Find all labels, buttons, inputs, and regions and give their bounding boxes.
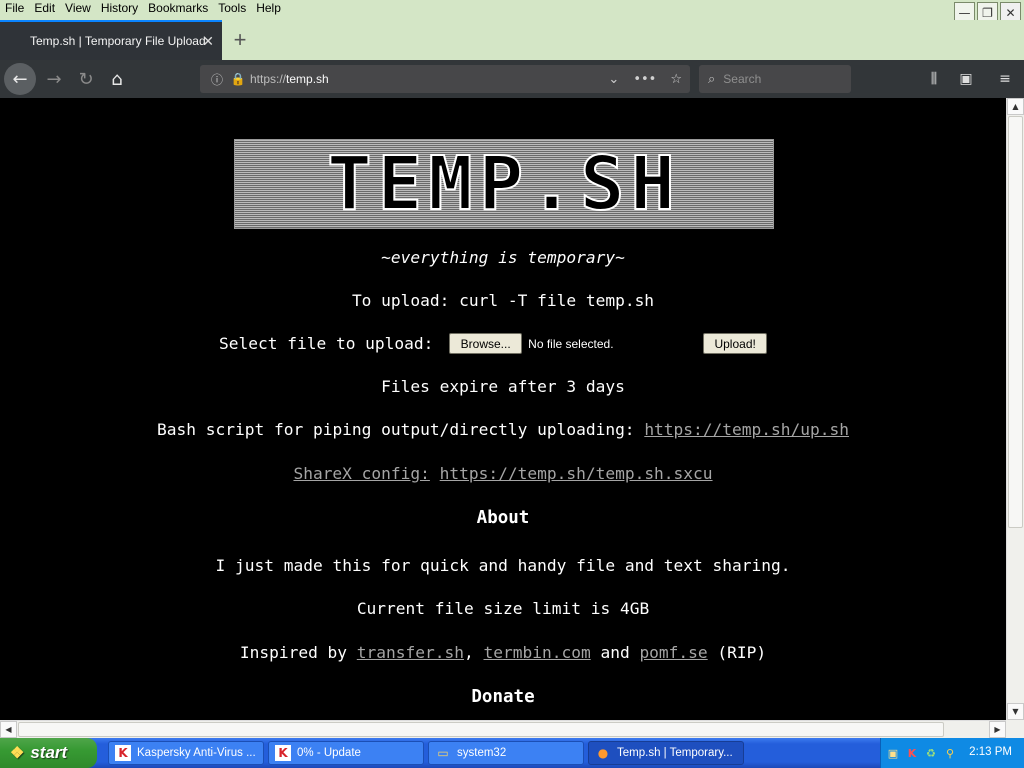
navigation-bar: ← → ↻ ⌂ ⓘ 🔒 https://temp.sh ⌄ ••• ☆ ⌕ ⫼ … <box>0 60 1024 98</box>
inspired-line: Inspired by transfer.sh, termbin.com and… <box>0 643 1006 662</box>
network-icon[interactable]: ▣ <box>886 746 900 760</box>
size-limit-text: Current file size limit is 4GB <box>356 599 650 618</box>
about-text: I just made this for quick and handy fil… <box>215 556 791 575</box>
horizontal-scrollbar[interactable]: ◀ ▶ <box>0 720 1006 738</box>
url-dropdown-icon[interactable]: ⌄ <box>608 72 619 87</box>
lock-icon[interactable]: 🔒 <box>228 72 248 86</box>
url-bar[interactable]: ⓘ 🔒 https://temp.sh ⌄ ••• ☆ <box>200 65 690 93</box>
taskbar-item-update[interactable]: K 0% - Update <box>268 741 424 765</box>
scrollbar-corner <box>1006 720 1024 738</box>
system-tray: ▣ K ♻ ⚲ 2:13 PM <box>880 738 1024 768</box>
about-heading: About <box>476 508 530 528</box>
upload-button[interactable]: Upload! <box>703 333 768 354</box>
scroll-down-icon[interactable]: ▼ <box>1007 703 1024 720</box>
task-label: Kaspersky Anti-Virus ... <box>137 747 256 759</box>
firefox-icon: ● <box>597 746 609 760</box>
kaspersky-icon: K <box>115 745 131 761</box>
url-protocol: https:// <box>250 72 287 86</box>
url-actions: ⌄ ••• ☆ <box>608 65 682 93</box>
windows-logo-icon: ❖ <box>10 745 25 762</box>
url-host: temp.sh <box>286 72 329 86</box>
search-tray-icon[interactable]: ⚲ <box>943 746 957 760</box>
task-label: Temp.sh | Temporary... <box>617 747 733 759</box>
menu-help[interactable]: Help <box>251 0 286 20</box>
sharex-line: ShareX config: https://temp.sh/temp.sh.s… <box>0 464 1006 483</box>
new-tab-button[interactable]: + <box>222 20 258 60</box>
kaspersky-update-icon: K <box>275 745 291 761</box>
tab-title: Temp.sh | Temporary File Upload <box>30 34 206 48</box>
donate-heading: Donate <box>471 687 535 707</box>
menu-edit[interactable]: Edit <box>29 0 60 20</box>
taskbar-item-kaspersky[interactable]: K Kaspersky Anti-Virus ... <box>108 741 264 765</box>
hamburger-menu-icon[interactable]: ≡ <box>991 65 1019 93</box>
inspired-prefix: Inspired by <box>239 643 357 662</box>
home-button[interactable]: ⌂ <box>103 65 131 93</box>
kaspersky-tray-icon[interactable]: K <box>905 746 919 760</box>
bash-script-label: Bash script for piping output/directly u… <box>157 420 645 439</box>
close-tab-icon[interactable]: ✕ <box>202 33 214 50</box>
taskbar-item-firefox[interactable]: ● Temp.sh | Temporary... <box>588 741 744 765</box>
upload-form: Select file to upload: Browse... No file… <box>219 333 768 354</box>
taskbar: ❖ start K Kaspersky Anti-Virus ... K 0% … <box>0 738 1024 768</box>
page-viewport: TEMP.SH ~everything is temporary~ To upl… <box>0 98 1006 720</box>
taskbar-item-system32[interactable]: ▭ system32 <box>428 741 584 765</box>
folder-icon: ▭ <box>437 746 449 760</box>
menu-bookmarks[interactable]: Bookmarks <box>143 0 213 20</box>
page-actions-icon[interactable]: ••• <box>633 72 656 87</box>
logo-text: TEMP.SH <box>326 141 681 227</box>
pomf-link[interactable]: pomf.se <box>639 643 707 662</box>
tab-strip: Temp.sh | Temporary File Upload ✕ + <box>0 20 1024 60</box>
url-text[interactable]: https://temp.sh <box>250 72 329 86</box>
task-label: system32 <box>457 747 507 759</box>
back-button[interactable]: ← <box>4 63 36 95</box>
start-button[interactable]: ❖ start <box>0 738 97 768</box>
menu-view[interactable]: View <box>60 0 96 20</box>
transfer-sh-link[interactable]: transfer.sh <box>357 643 464 662</box>
termbin-link[interactable]: termbin.com <box>484 643 591 662</box>
menu-file[interactable]: File <box>0 0 29 20</box>
file-status: No file selected. <box>528 336 614 351</box>
inspired-suffix: (RIP) <box>707 643 767 662</box>
temp-sh-logo: TEMP.SH <box>234 139 774 229</box>
sharex-label-link[interactable]: ShareX config: <box>293 464 429 483</box>
horizontal-scroll-thumb[interactable] <box>18 722 944 737</box>
sidebar-icon[interactable]: ▣ <box>952 65 980 93</box>
start-label: start <box>30 743 68 762</box>
update-tray-icon[interactable]: ♻ <box>924 746 938 760</box>
scroll-up-icon[interactable]: ▲ <box>1007 98 1024 115</box>
tab-temp-sh[interactable]: Temp.sh | Temporary File Upload ✕ <box>0 20 222 60</box>
clock: 2:13 PM <box>969 746 1012 758</box>
menu-tools[interactable]: Tools <box>213 0 251 20</box>
reload-button[interactable]: ↻ <box>72 65 100 93</box>
search-icon: ⌕ <box>708 71 716 87</box>
menu-bar: File Edit View History Bookmarks Tools H… <box>0 0 1024 23</box>
bash-script-line: Bash script for piping output/directly u… <box>0 420 1006 439</box>
sharex-config-link[interactable]: https://temp.sh/temp.sh.sxcu <box>440 464 713 483</box>
task-label: 0% - Update <box>297 747 361 759</box>
search-bar[interactable]: ⌕ <box>699 65 851 93</box>
tagline: ~everything is temporary~ <box>381 248 625 267</box>
library-icon[interactable]: ⫼ <box>920 65 948 93</box>
vertical-scroll-thumb[interactable] <box>1008 116 1023 528</box>
forward-button[interactable]: → <box>40 65 68 93</box>
scroll-right-icon[interactable]: ▶ <box>989 721 1006 738</box>
scroll-left-icon[interactable]: ◀ <box>0 721 17 738</box>
inspired-separator: , <box>464 643 484 662</box>
bash-script-link[interactable]: https://temp.sh/up.sh <box>644 420 849 439</box>
inspired-and: and <box>590 643 640 662</box>
site-info-icon[interactable]: ⓘ <box>206 71 228 88</box>
bookmark-star-icon[interactable]: ☆ <box>670 72 682 87</box>
menu-history[interactable]: History <box>96 0 143 20</box>
expire-text: Files expire after 3 days <box>381 377 625 396</box>
search-input[interactable] <box>723 72 834 86</box>
select-file-label: Select file to upload: <box>219 334 444 353</box>
upload-command: To upload: curl -T file temp.sh <box>351 291 655 310</box>
vertical-scrollbar[interactable]: ▲ ▼ <box>1006 98 1024 720</box>
browse-button[interactable]: Browse... <box>449 333 523 354</box>
